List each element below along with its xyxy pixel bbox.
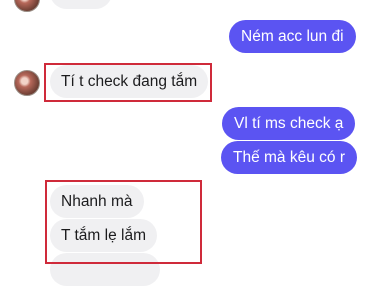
incoming-message-bubble-cropped[interactable] bbox=[50, 0, 112, 9]
outgoing-message-bubble[interactable]: Vl tí ms check ạ bbox=[222, 107, 356, 140]
outgoing-message-bubble[interactable]: Thế mà kêu có r bbox=[221, 141, 357, 174]
outgoing-message-bubble[interactable]: Ném acc lun đi bbox=[229, 20, 356, 53]
highlight-box bbox=[44, 63, 212, 102]
contact-avatar-top[interactable] bbox=[14, 0, 40, 12]
highlight-box bbox=[45, 180, 202, 264]
contact-avatar[interactable] bbox=[14, 70, 40, 96]
